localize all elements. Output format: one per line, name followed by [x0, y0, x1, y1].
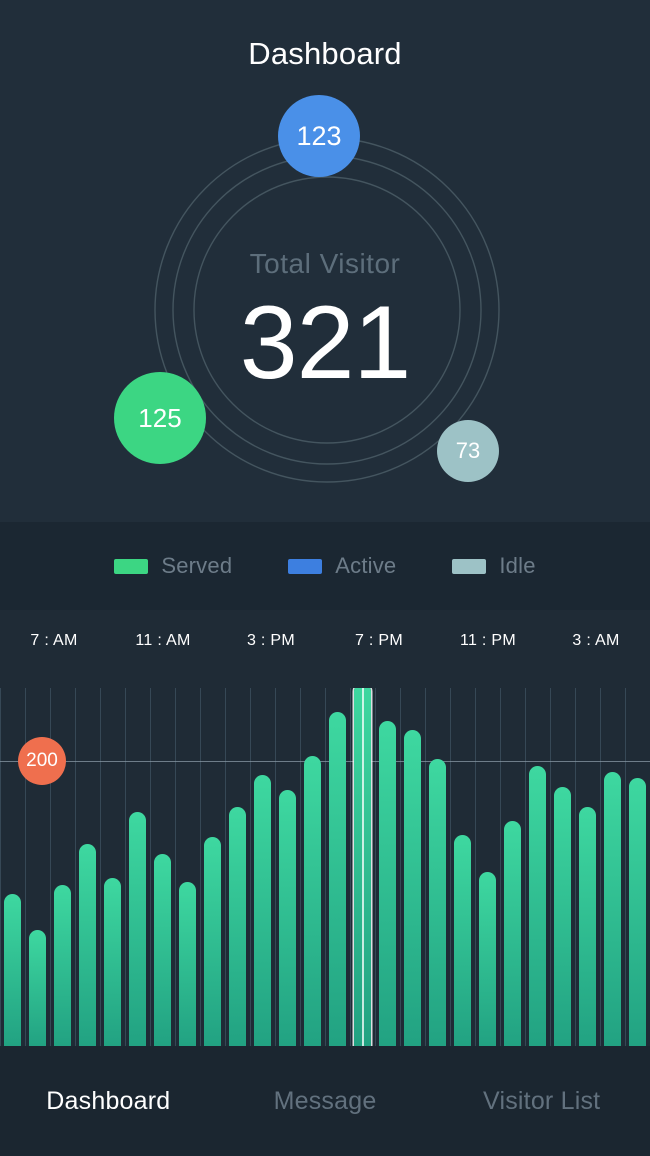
total-visitor-label: Total Visitor [0, 248, 650, 280]
chart-gridline-vertical [100, 688, 101, 1046]
threshold-badge[interactable]: 200 [18, 737, 66, 785]
bubble-active[interactable]: 123 [278, 95, 360, 177]
nav-item-message[interactable]: Message [217, 1087, 434, 1116]
time-axis-tick: 11 : AM [135, 632, 190, 650]
time-axis-tick: 7 : PM [355, 632, 403, 650]
chart-gridline-vertical [75, 688, 76, 1046]
chart-cursor-line[interactable] [362, 688, 364, 1046]
time-axis-tick: 3 : PM [247, 632, 295, 650]
chart-gridline-vertical [350, 688, 351, 1046]
legend-item-served[interactable]: Served [114, 553, 232, 579]
chart-bar[interactable] [279, 790, 296, 1046]
chart-bar[interactable] [329, 712, 346, 1046]
chart-gridline-vertical [425, 688, 426, 1046]
chart-bar[interactable] [104, 878, 121, 1046]
legend-label-served: Served [161, 553, 232, 579]
summary-hero: Dashboard Total Visitor 321 123 125 73 [0, 0, 650, 522]
bubble-served-value: 125 [138, 405, 181, 431]
chart-gridline-vertical [0, 688, 1, 1046]
chart-gridline-vertical [550, 688, 551, 1046]
chart-bar[interactable] [579, 807, 596, 1046]
chart-bar[interactable] [79, 844, 96, 1046]
chart-gridline-vertical [575, 688, 576, 1046]
legend-item-idle[interactable]: Idle [452, 553, 535, 579]
chart-bar[interactable] [254, 775, 271, 1046]
chart-bar[interactable] [504, 821, 521, 1046]
chart-bar[interactable] [454, 835, 471, 1046]
time-axis-tick: 7 : AM [30, 632, 77, 650]
chart-gridline-vertical [625, 688, 626, 1046]
chart-gridline-vertical [125, 688, 126, 1046]
chart-gridline-threshold [0, 761, 650, 762]
chart-bar[interactable] [4, 894, 21, 1046]
chart-gridline-vertical [400, 688, 401, 1046]
chart-bar[interactable] [304, 756, 321, 1046]
app-root: Dashboard Total Visitor 321 123 125 73 S… [0, 0, 650, 1156]
chart-gridline-vertical [450, 688, 451, 1046]
chart-bar[interactable] [204, 837, 221, 1046]
chart-gridline-vertical [325, 688, 326, 1046]
chart-gridline-vertical [475, 688, 476, 1046]
legend-label-idle: Idle [499, 553, 535, 579]
chart-bar[interactable] [479, 872, 496, 1046]
bar-chart[interactable]: 200 [0, 688, 650, 1046]
chart-legend: Served Active Idle [0, 522, 650, 610]
chart-bar[interactable] [404, 730, 421, 1046]
chart-bar[interactable] [554, 787, 571, 1046]
chart-bar[interactable] [29, 930, 46, 1046]
chart-gridline-vertical [175, 688, 176, 1046]
chart-bar[interactable] [154, 854, 171, 1046]
time-axis-tick: 3 : AM [572, 632, 619, 650]
chart-gridline-vertical [375, 688, 376, 1046]
bottom-nav: Dashboard Message Visitor List [0, 1046, 650, 1156]
nav-item-dashboard[interactable]: Dashboard [0, 1087, 217, 1116]
chart-gridline-vertical [225, 688, 226, 1046]
legend-swatch-active [288, 559, 322, 574]
chart-bar[interactable] [229, 807, 246, 1046]
bubble-idle-value: 73 [456, 440, 480, 462]
chart-bar[interactable] [629, 778, 646, 1046]
bubble-idle[interactable]: 73 [437, 420, 499, 482]
chart-bar[interactable] [529, 766, 546, 1046]
chart-gridline-vertical [300, 688, 301, 1046]
chart-bar[interactable] [379, 721, 396, 1046]
legend-swatch-served [114, 559, 148, 574]
chart-bar[interactable] [429, 759, 446, 1046]
chart-gridline-vertical [150, 688, 151, 1046]
chart-gridline-vertical [200, 688, 201, 1046]
chart-bar[interactable] [54, 885, 71, 1046]
bubble-active-value: 123 [296, 123, 341, 150]
chart-bar[interactable] [179, 882, 196, 1046]
total-visitor-value: 321 [0, 291, 650, 395]
chart-bar[interactable] [604, 772, 621, 1046]
bubble-served[interactable]: 125 [114, 372, 206, 464]
legend-label-active: Active [335, 553, 396, 579]
legend-item-active[interactable]: Active [288, 553, 396, 579]
chart-bar[interactable] [129, 812, 146, 1046]
time-axis: 7 : AM 11 : AM 3 : PM 7 : PM 11 : PM 3 : AM [0, 610, 650, 688]
chart-gridline-vertical [275, 688, 276, 1046]
chart-gridline-vertical [500, 688, 501, 1046]
chart-gridline-vertical [525, 688, 526, 1046]
time-axis-tick: 11 : PM [460, 632, 516, 650]
legend-swatch-idle [452, 559, 486, 574]
nav-item-visitor-list[interactable]: Visitor List [433, 1087, 650, 1116]
chart-gridline-vertical [600, 688, 601, 1046]
chart-gridline-vertical [250, 688, 251, 1046]
